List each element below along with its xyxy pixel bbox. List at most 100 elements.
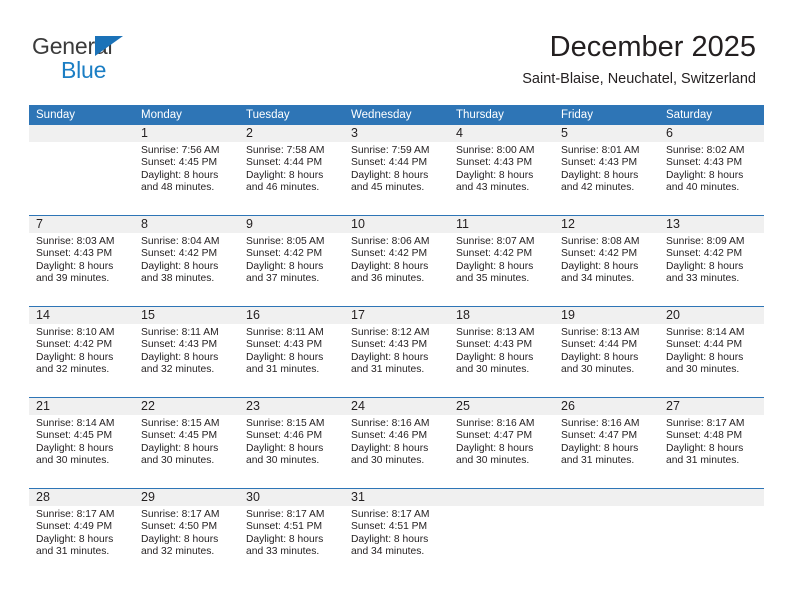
day-number: 18 (449, 307, 554, 324)
calendar-day-cell-empty (554, 488, 659, 579)
day-info-line: Daylight: 8 hours (351, 169, 429, 181)
calendar-day-cell[interactable]: 5 Sunrise: 8:01 AM Sunset: 4:43 PM Daylight… (554, 125, 659, 216)
calendar-day-cell[interactable]: 3 Sunrise: 7:59 AM Sunset: 4:44 PM Daylight… (344, 125, 449, 216)
day-info-line: Sunrise: 8:15 AM (246, 418, 325, 429)
day-number (554, 489, 659, 506)
calendar-day-cell[interactable]: 25 Sunrise: 8:16 AM Sunset: 4:47 PM Dayligh… (449, 397, 554, 489)
day-info-line: and 30 minutes. (141, 455, 215, 467)
day-number: 17 (344, 307, 449, 324)
calendar-day-cell[interactable]: 6 Sunrise: 8:02 AM Sunset: 4:43 PM Daylight… (659, 125, 764, 216)
day-info-line: Sunrise: 8:17 AM (141, 509, 220, 520)
calendar-day-cell[interactable]: 26 Sunrise: 8:16 AM Sunset: 4:47 PM Dayligh… (554, 397, 659, 489)
day-sun-info: Sunrise: 8:09 AM Sunset: 4:42 PM Daylight:… (659, 233, 764, 286)
day-info-line: Sunset: 4:46 PM (351, 430, 428, 442)
calendar-day-cell[interactable]: 7 Sunrise: 8:03 AM Sunset: 4:43 PM Daylight… (29, 215, 134, 307)
day-info-line: Daylight: 8 hours (246, 442, 324, 454)
calendar-day-cell[interactable]: 17 Sunrise: 8:12 AM Sunset: 4:43 PM Dayligh… (344, 306, 449, 398)
calendar-day-cell[interactable]: 22 Sunrise: 8:15 AM Sunset: 4:45 PM Dayligh… (134, 397, 239, 489)
calendar-day-cell[interactable]: 13 Sunrise: 8:09 AM Sunset: 4:42 PM Dayligh… (659, 215, 764, 307)
calendar-week-row: 14 Sunrise: 8:10 AM Sunset: 4:42 PM Dayligh… (29, 306, 764, 398)
calendar-day-cell[interactable]: 21 Sunrise: 8:14 AM Sunset: 4:45 PM Dayligh… (29, 397, 134, 489)
page-subtitle: Saint-Blaise, Neuchatel, Switzerland (522, 71, 756, 87)
day-info-line: Sunrise: 8:17 AM (246, 509, 325, 520)
calendar-day-cell[interactable]: 11 Sunrise: 8:07 AM Sunset: 4:42 PM Dayligh… (449, 215, 554, 307)
day-info-line: Sunrise: 7:58 AM (246, 145, 325, 156)
calendar-day-cell[interactable]: 2 Sunrise: 7:58 AM Sunset: 4:44 PM Daylight… (239, 125, 344, 216)
day-info-line: Daylight: 8 hours (666, 442, 744, 454)
day-info-line: Sunset: 4:43 PM (246, 339, 323, 351)
day-number: 5 (554, 125, 659, 142)
day-info-line: and 32 minutes. (141, 546, 215, 558)
day-sun-info: Sunrise: 8:11 AM Sunset: 4:43 PM Daylight:… (239, 324, 344, 377)
calendar-table: Sunday Monday Tuesday Wednesday Thursday Frid… (29, 105, 764, 579)
day-info-line: Sunrise: 8:08 AM (561, 236, 640, 247)
weekday-header-sunday: Sunday (29, 105, 134, 125)
calendar-day-cell[interactable]: 14 Sunrise: 8:10 AM Sunset: 4:42 PM Dayligh… (29, 306, 134, 398)
day-number: 28 (29, 489, 134, 506)
day-info-line: Sunrise: 8:17 AM (351, 509, 430, 520)
day-info-line: and 30 minutes. (456, 364, 530, 376)
calendar-day-cell[interactable]: 19 Sunrise: 8:13 AM Sunset: 4:44 PM Dayligh… (554, 306, 659, 398)
day-info-line: Sunset: 4:51 PM (246, 521, 323, 533)
day-info-line: Sunrise: 8:01 AM (561, 145, 640, 156)
day-info-line: Sunset: 4:42 PM (246, 248, 323, 260)
day-info-line: Daylight: 8 hours (561, 260, 639, 272)
general-blue-logo[interactable]: General Blue (32, 34, 252, 86)
calendar-day-cell[interactable]: 4 Sunrise: 8:00 AM Sunset: 4:43 PM Daylight… (449, 125, 554, 216)
day-info-line: Daylight: 8 hours (36, 442, 114, 454)
day-info-line: and 43 minutes. (456, 182, 530, 194)
day-info-line: Sunset: 4:44 PM (246, 157, 323, 169)
day-info-line: Sunset: 4:43 PM (456, 339, 533, 351)
calendar-day-cell[interactable]: 15 Sunrise: 8:11 AM Sunset: 4:43 PM Dayligh… (134, 306, 239, 398)
day-sun-info: Sunrise: 8:17 AM Sunset: 4:49 PM Daylight:… (29, 506, 134, 559)
calendar-day-cell[interactable]: 8 Sunrise: 8:04 AM Sunset: 4:42 PM Daylight… (134, 215, 239, 307)
day-sun-info: Sunrise: 8:13 AM Sunset: 4:44 PM Daylight:… (554, 324, 659, 377)
day-number: 10 (344, 216, 449, 233)
calendar-day-cell[interactable]: 31 Sunrise: 8:17 AM Sunset: 4:51 PM Dayligh… (344, 488, 449, 579)
day-info-line: Sunrise: 8:13 AM (456, 327, 535, 338)
day-info-line: and 37 minutes. (246, 273, 320, 285)
day-info-line: and 38 minutes. (141, 273, 215, 285)
calendar-day-cell[interactable]: 18 Sunrise: 8:13 AM Sunset: 4:43 PM Dayligh… (449, 306, 554, 398)
calendar-day-cell[interactable]: 20 Sunrise: 8:14 AM Sunset: 4:44 PM Dayligh… (659, 306, 764, 398)
calendar-day-cell-empty (449, 488, 554, 579)
day-info-line: and 48 minutes. (141, 182, 215, 194)
day-sun-info: Sunrise: 8:15 AM Sunset: 4:45 PM Daylight:… (134, 415, 239, 468)
day-info-line: Daylight: 8 hours (141, 351, 219, 363)
calendar-week-row: 21 Sunrise: 8:14 AM Sunset: 4:45 PM Dayligh… (29, 397, 764, 489)
logo-text-blue: Blue (61, 57, 107, 83)
calendar-day-cell[interactable]: 12 Sunrise: 8:08 AM Sunset: 4:42 PM Dayligh… (554, 215, 659, 307)
day-info-line: Sunrise: 7:56 AM (141, 145, 220, 156)
day-info-line: Daylight: 8 hours (666, 351, 744, 363)
calendar-day-cell[interactable]: 24 Sunrise: 8:16 AM Sunset: 4:46 PM Dayligh… (344, 397, 449, 489)
day-sun-info: Sunrise: 8:12 AM Sunset: 4:43 PM Daylight:… (344, 324, 449, 377)
day-sun-info: Sunrise: 8:06 AM Sunset: 4:42 PM Daylight:… (344, 233, 449, 286)
day-info-line: Daylight: 8 hours (456, 169, 534, 181)
calendar-day-cell[interactable]: 10 Sunrise: 8:06 AM Sunset: 4:42 PM Dayligh… (344, 215, 449, 307)
day-info-line: Daylight: 8 hours (246, 533, 324, 545)
calendar-grid: Sunday Monday Tuesday Wednesday Thursday Frid… (29, 105, 764, 579)
day-info-line: and 31 minutes. (246, 364, 320, 376)
day-info-line: Sunset: 4:43 PM (561, 157, 638, 169)
day-number: 27 (659, 398, 764, 415)
calendar-body: 1 Sunrise: 7:56 AM Sunset: 4:45 PM Daylight… (29, 125, 764, 579)
day-info-line: Daylight: 8 hours (141, 260, 219, 272)
weekday-header-tuesday: Tuesday (239, 105, 344, 125)
day-info-line: and 31 minutes. (36, 546, 110, 558)
day-number: 15 (134, 307, 239, 324)
day-info-line: Sunrise: 8:00 AM (456, 145, 535, 156)
day-sun-info: Sunrise: 7:56 AM Sunset: 4:45 PM Daylight:… (134, 142, 239, 195)
calendar-day-cell[interactable]: 1 Sunrise: 7:56 AM Sunset: 4:45 PM Daylight… (134, 125, 239, 216)
day-info-line: Daylight: 8 hours (456, 442, 534, 454)
day-number: 29 (134, 489, 239, 506)
day-number: 25 (449, 398, 554, 415)
calendar-day-cell[interactable]: 28 Sunrise: 8:17 AM Sunset: 4:49 PM Dayligh… (29, 488, 134, 579)
day-info-line: Sunset: 4:42 PM (561, 248, 638, 260)
calendar-day-cell[interactable]: 23 Sunrise: 8:15 AM Sunset: 4:46 PM Dayligh… (239, 397, 344, 489)
calendar-day-cell[interactable]: 30 Sunrise: 8:17 AM Sunset: 4:51 PM Dayligh… (239, 488, 344, 579)
day-number: 3 (344, 125, 449, 142)
calendar-day-cell[interactable]: 16 Sunrise: 8:11 AM Sunset: 4:43 PM Dayligh… (239, 306, 344, 398)
calendar-day-cell[interactable]: 27 Sunrise: 8:17 AM Sunset: 4:48 PM Dayligh… (659, 397, 764, 489)
calendar-day-cell[interactable]: 9 Sunrise: 8:05 AM Sunset: 4:42 PM Daylight… (239, 215, 344, 307)
calendar-day-cell[interactable]: 29 Sunrise: 8:17 AM Sunset: 4:50 PM Dayligh… (134, 488, 239, 579)
